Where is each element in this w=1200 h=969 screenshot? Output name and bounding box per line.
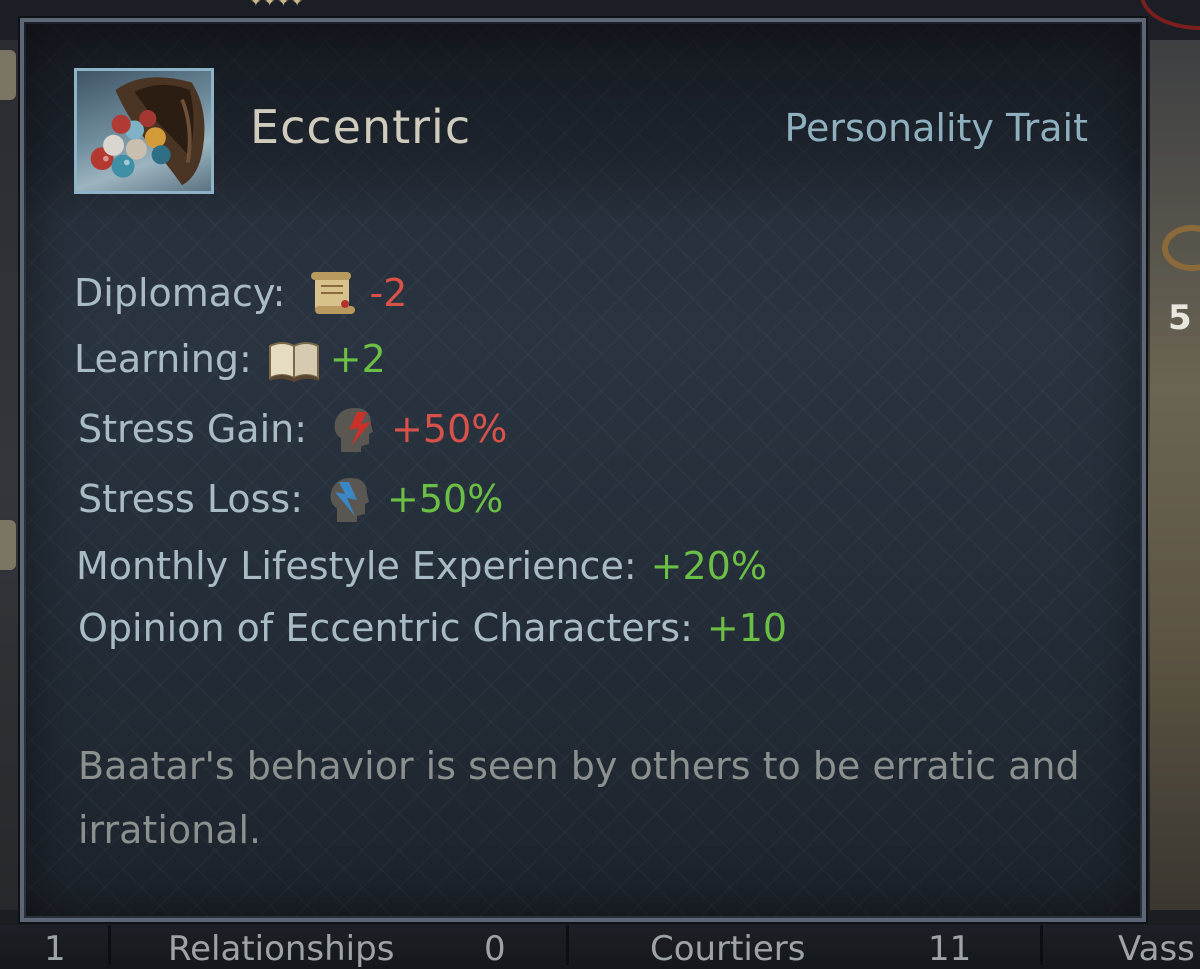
stat-value: +50% <box>391 407 508 451</box>
stat-label: Monthly Lifestyle Experience: <box>76 544 637 588</box>
stat-value: +10 <box>706 606 788 650</box>
diplomacy-scroll-icon <box>305 268 361 318</box>
left-panel-edge <box>0 40 22 910</box>
tab-relationships-count: 0 <box>484 929 506 969</box>
stress-gain-icon <box>327 404 383 454</box>
stat-label: Opinion of Eccentric Characters: <box>78 606 693 650</box>
tab-relationships[interactable]: Relationships <box>168 929 394 969</box>
top-stars: ✦✦✦✦ <box>250 0 305 10</box>
learning-book-icon <box>266 334 322 384</box>
stat-stress-loss: Stress Loss: +50% <box>78 474 503 524</box>
tab-divider <box>108 925 111 965</box>
tab-divider <box>566 925 569 965</box>
stat-value: -2 <box>369 271 408 315</box>
stat-stress-gain: Stress Gain: +50% <box>78 404 507 454</box>
left-edge-knob <box>0 520 16 570</box>
stat-label: Diplomacy: <box>74 271 286 315</box>
stat-value: +50% <box>387 477 504 521</box>
right-partial-number: 5 <box>1168 298 1192 338</box>
stat-diplomacy: Diplomacy: -2 <box>74 268 407 318</box>
stat-value: +20% <box>650 544 767 588</box>
trait-category: Personality Trait <box>784 106 1088 150</box>
tab-vassals[interactable]: Vass <box>1118 929 1195 969</box>
stat-label: Stress Loss: <box>78 477 304 521</box>
tab-divider <box>1040 925 1043 965</box>
left-edge-knob <box>0 50 16 100</box>
stat-monthly-lifestyle-experience: Monthly Lifestyle Experience: +20% <box>76 544 767 588</box>
trait-eccentric-icon <box>74 68 214 194</box>
stress-loss-icon <box>323 474 379 524</box>
right-panel-edge <box>1150 40 1200 910</box>
character-tabs-bar: 1 Relationships 0 Courtiers 11 Vass <box>0 925 1200 969</box>
stat-opinion-eccentric: Opinion of Eccentric Characters: +10 <box>78 606 787 650</box>
tab-courtiers-count: 11 <box>928 929 972 969</box>
tab-count-first[interactable]: 1 <box>44 929 66 969</box>
stat-label: Learning: <box>74 337 252 381</box>
trait-tooltip: Eccentric Personality Trait Diplomacy: -… <box>18 16 1148 924</box>
trait-flavor-text: Baatar's behavior is seen by others to b… <box>78 744 1080 852</box>
tab-courtiers[interactable]: Courtiers <box>650 929 805 969</box>
stat-value: +2 <box>329 337 386 381</box>
stat-learning: Learning: +2 <box>74 334 386 384</box>
trait-title: Eccentric <box>250 100 472 154</box>
stat-label: Stress Gain: <box>78 407 308 451</box>
